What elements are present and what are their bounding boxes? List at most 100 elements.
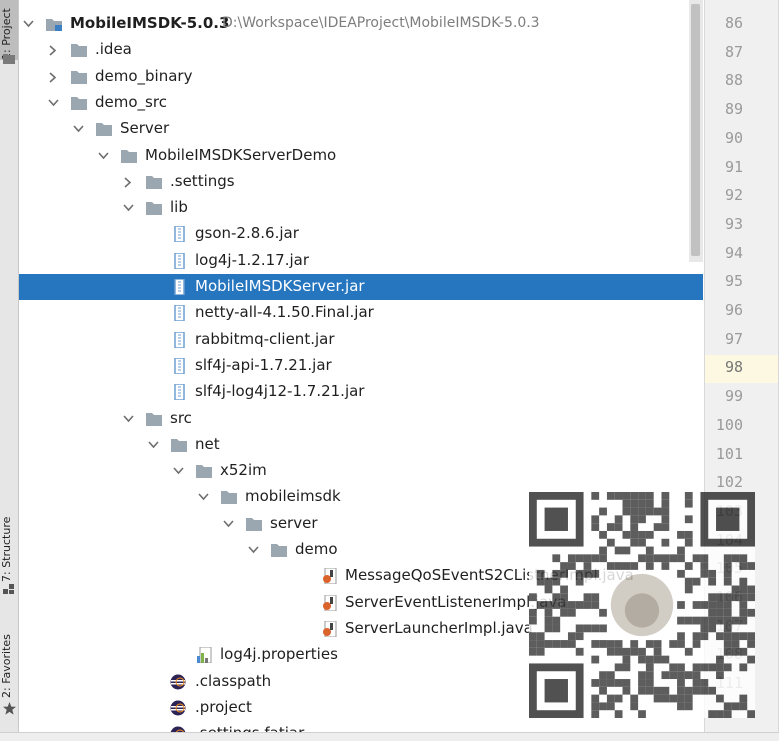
line-number: 92 [724, 186, 743, 204]
chevron-right-icon[interactable] [48, 72, 57, 83]
chevron-down-icon[interactable] [123, 203, 134, 212]
chevron-down-icon[interactable] [23, 19, 34, 28]
line-number: 98 [724, 358, 743, 376]
tree-row-label: demo_binary [95, 67, 193, 85]
jar-icon [170, 253, 188, 269]
line-number: 88 [724, 71, 743, 89]
tree-row-label: x52im [220, 461, 267, 479]
tree-row-label: Server [120, 119, 170, 137]
tree-row-label: lib [170, 198, 188, 216]
tree-row[interactable]: net [19, 432, 703, 458]
tree-row[interactable]: rabbitmq-client.jar [19, 327, 703, 353]
tree-row[interactable]: .settings [19, 169, 703, 195]
java-file-icon [320, 621, 338, 637]
folder-icon [3, 54, 15, 64]
folder-icon [70, 69, 88, 85]
tree-row-label: ServerLauncherImpl.java [345, 619, 533, 637]
module-folder-icon [45, 16, 63, 32]
tree-row-label: net [195, 435, 220, 453]
project-tool-tab[interactable]: 1: Project [0, 0, 18, 60]
tree-row-label: server [270, 514, 318, 532]
line-number: 91 [724, 158, 743, 176]
jar-icon [170, 332, 188, 348]
line-number: 96 [724, 301, 743, 319]
tree-row[interactable]: log4j-1.2.17.jar [19, 248, 703, 274]
tree-row[interactable]: MobileIMSDK-5.0.3 D:\Workspace\IDEAProjec… [19, 11, 703, 37]
tree-row[interactable]: demo_src [19, 90, 703, 116]
chevron-right-icon[interactable] [123, 177, 132, 188]
tree-row-label: slf4j-log4j12-1.7.21.jar [195, 382, 365, 400]
java-file-icon [320, 568, 338, 584]
jar-icon [170, 358, 188, 374]
folder-icon [170, 437, 188, 453]
line-number: 87 [724, 43, 743, 61]
chevron-down-icon[interactable] [173, 466, 184, 475]
chevron-down-icon[interactable] [123, 414, 134, 423]
tree-row[interactable]: MobileIMSDKServerDemo [19, 143, 703, 169]
folder-icon [70, 42, 88, 58]
chevron-down-icon[interactable] [73, 124, 84, 133]
structure-icon [3, 584, 14, 594]
tree-row-label: demo_src [95, 93, 167, 111]
folder-icon [195, 463, 213, 479]
folder-icon [270, 542, 288, 558]
properties-file-icon [195, 647, 213, 663]
line-number: 99 [724, 387, 743, 405]
structure-tool-tab[interactable]: 7: Structure [0, 500, 18, 582]
tree-row-label: gson-2.8.6.jar [195, 224, 299, 242]
tree-row[interactable]: slf4j-api-1.7.21.jar [19, 353, 703, 379]
tree-row-label: netty-all-4.1.50.Final.jar [195, 303, 374, 321]
line-number: 100 [715, 416, 743, 434]
tree-row[interactable]: src [19, 406, 703, 432]
tree-row-label: .classpath [195, 672, 272, 690]
chevron-right-icon[interactable] [48, 45, 57, 56]
tree-row[interactable]: MobileIMSDKServer.jar [19, 274, 703, 300]
tree-row-label: .project [195, 698, 252, 716]
tree-row[interactable]: demo_binary [19, 64, 703, 90]
star-icon [3, 702, 16, 715]
folder-icon [120, 148, 138, 164]
folder-icon [95, 121, 113, 137]
tree-row[interactable]: slf4j-log4j12-1.7.21.jar [19, 379, 703, 405]
chevron-down-icon[interactable] [98, 151, 109, 160]
tree-row-label: log4j-1.2.17.jar [195, 251, 309, 269]
tree-row-label: .settings.fatjar [195, 724, 304, 732]
tree-row-label: MobileIMSDKServer.jar [195, 277, 365, 295]
tree-row[interactable]: .settings.fatjar [19, 721, 703, 732]
tree-row[interactable]: gson-2.8.6.jar [19, 221, 703, 247]
chevron-down-icon[interactable] [48, 98, 59, 107]
tree-row-label: rabbitmq-client.jar [195, 330, 335, 348]
tree-scrollbar[interactable] [689, 0, 703, 262]
tree-row-label: src [170, 409, 192, 427]
tree-row[interactable]: x52im [19, 458, 703, 484]
folder-icon [220, 489, 238, 505]
tree-row[interactable]: Server [19, 116, 703, 142]
eclipse-file-icon [170, 674, 188, 690]
project-path: D:\Workspace\IDEAProject\MobileIMSDK-5.0… [222, 15, 540, 31]
tree-row[interactable]: lib [19, 195, 703, 221]
tree-row-label: mobileimsdk [245, 487, 341, 505]
chevron-down-icon[interactable] [223, 519, 234, 528]
line-number: 94 [724, 244, 743, 262]
line-number: 89 [724, 100, 743, 118]
qr-code-image [529, 492, 755, 718]
tree-row-label: MobileIMSDKServerDemo [145, 146, 337, 164]
line-number: 95 [724, 272, 743, 290]
eclipse-file-icon [170, 700, 188, 716]
folder-icon [145, 200, 163, 216]
tree-row-label: slf4j-api-1.7.21.jar [195, 356, 332, 374]
tree-scrollbar-thumb[interactable] [691, 4, 700, 256]
tree-row[interactable]: .idea [19, 37, 703, 63]
chevron-down-icon[interactable] [248, 545, 259, 554]
folder-icon [245, 516, 263, 532]
line-number: 86 [724, 14, 743, 32]
java-file-icon [320, 595, 338, 611]
tree-row[interactable]: netty-all-4.1.50.Final.jar [19, 300, 703, 326]
jar-icon [170, 305, 188, 321]
folder-icon [70, 95, 88, 111]
chevron-down-icon[interactable] [148, 440, 159, 449]
chevron-down-icon[interactable] [198, 492, 209, 501]
line-number: 102 [715, 473, 743, 491]
line-number: 101 [715, 445, 743, 463]
favorites-tool-tab[interactable]: 2: Favorites [0, 622, 18, 698]
